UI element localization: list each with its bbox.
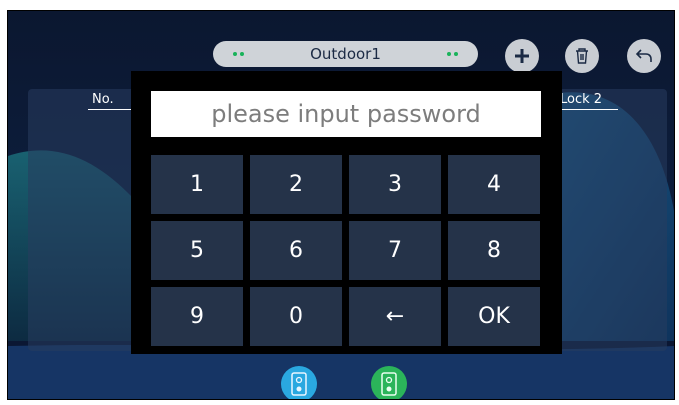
outdoor-station-2-icon — [381, 372, 397, 396]
key-2[interactable]: 2 — [250, 155, 342, 214]
device-selector[interactable]: Outdoor1 — [213, 41, 478, 67]
column-header-no: No. — [88, 92, 132, 110]
key-0[interactable]: 0 — [250, 287, 342, 346]
indicator-dot — [454, 52, 458, 56]
key-5[interactable]: 5 — [151, 221, 243, 280]
key-4[interactable]: 4 — [448, 155, 540, 214]
back-arrow-icon — [635, 49, 652, 62]
key-6[interactable]: 6 — [250, 221, 342, 280]
key-3[interactable]: 3 — [349, 155, 441, 214]
outdoor-2-tab[interactable] — [371, 366, 407, 399]
backspace-key[interactable]: ← — [349, 287, 441, 346]
column-header-lock-2: Lock 2 — [556, 92, 618, 110]
outdoor-station-1-icon — [291, 372, 307, 396]
add-button[interactable] — [505, 39, 539, 73]
device-name: Outdoor1 — [310, 45, 381, 63]
app-frame: No. Lock 2 Outdoor1 please input passwor… — [7, 10, 675, 400]
outdoor-1-tab[interactable] — [281, 366, 317, 399]
key-7[interactable]: 7 — [349, 221, 441, 280]
delete-button[interactable] — [565, 39, 599, 73]
indicator-dot — [233, 52, 237, 56]
password-input[interactable]: please input password — [151, 91, 541, 137]
key-9[interactable]: 9 — [151, 287, 243, 346]
indicator-dot — [240, 52, 244, 56]
key-1[interactable]: 1 — [151, 155, 243, 214]
indicator-dot — [447, 52, 451, 56]
back-button[interactable] — [627, 39, 661, 73]
screen: No. Lock 2 Outdoor1 please input passwor… — [0, 0, 679, 405]
key-8[interactable]: 8 — [448, 221, 540, 280]
plus-icon — [515, 49, 529, 63]
password-keypad-dialog: please input password 1 2 3 4 5 6 7 8 9 … — [131, 71, 562, 354]
trash-icon — [576, 48, 588, 64]
ok-key[interactable]: OK — [448, 287, 540, 346]
